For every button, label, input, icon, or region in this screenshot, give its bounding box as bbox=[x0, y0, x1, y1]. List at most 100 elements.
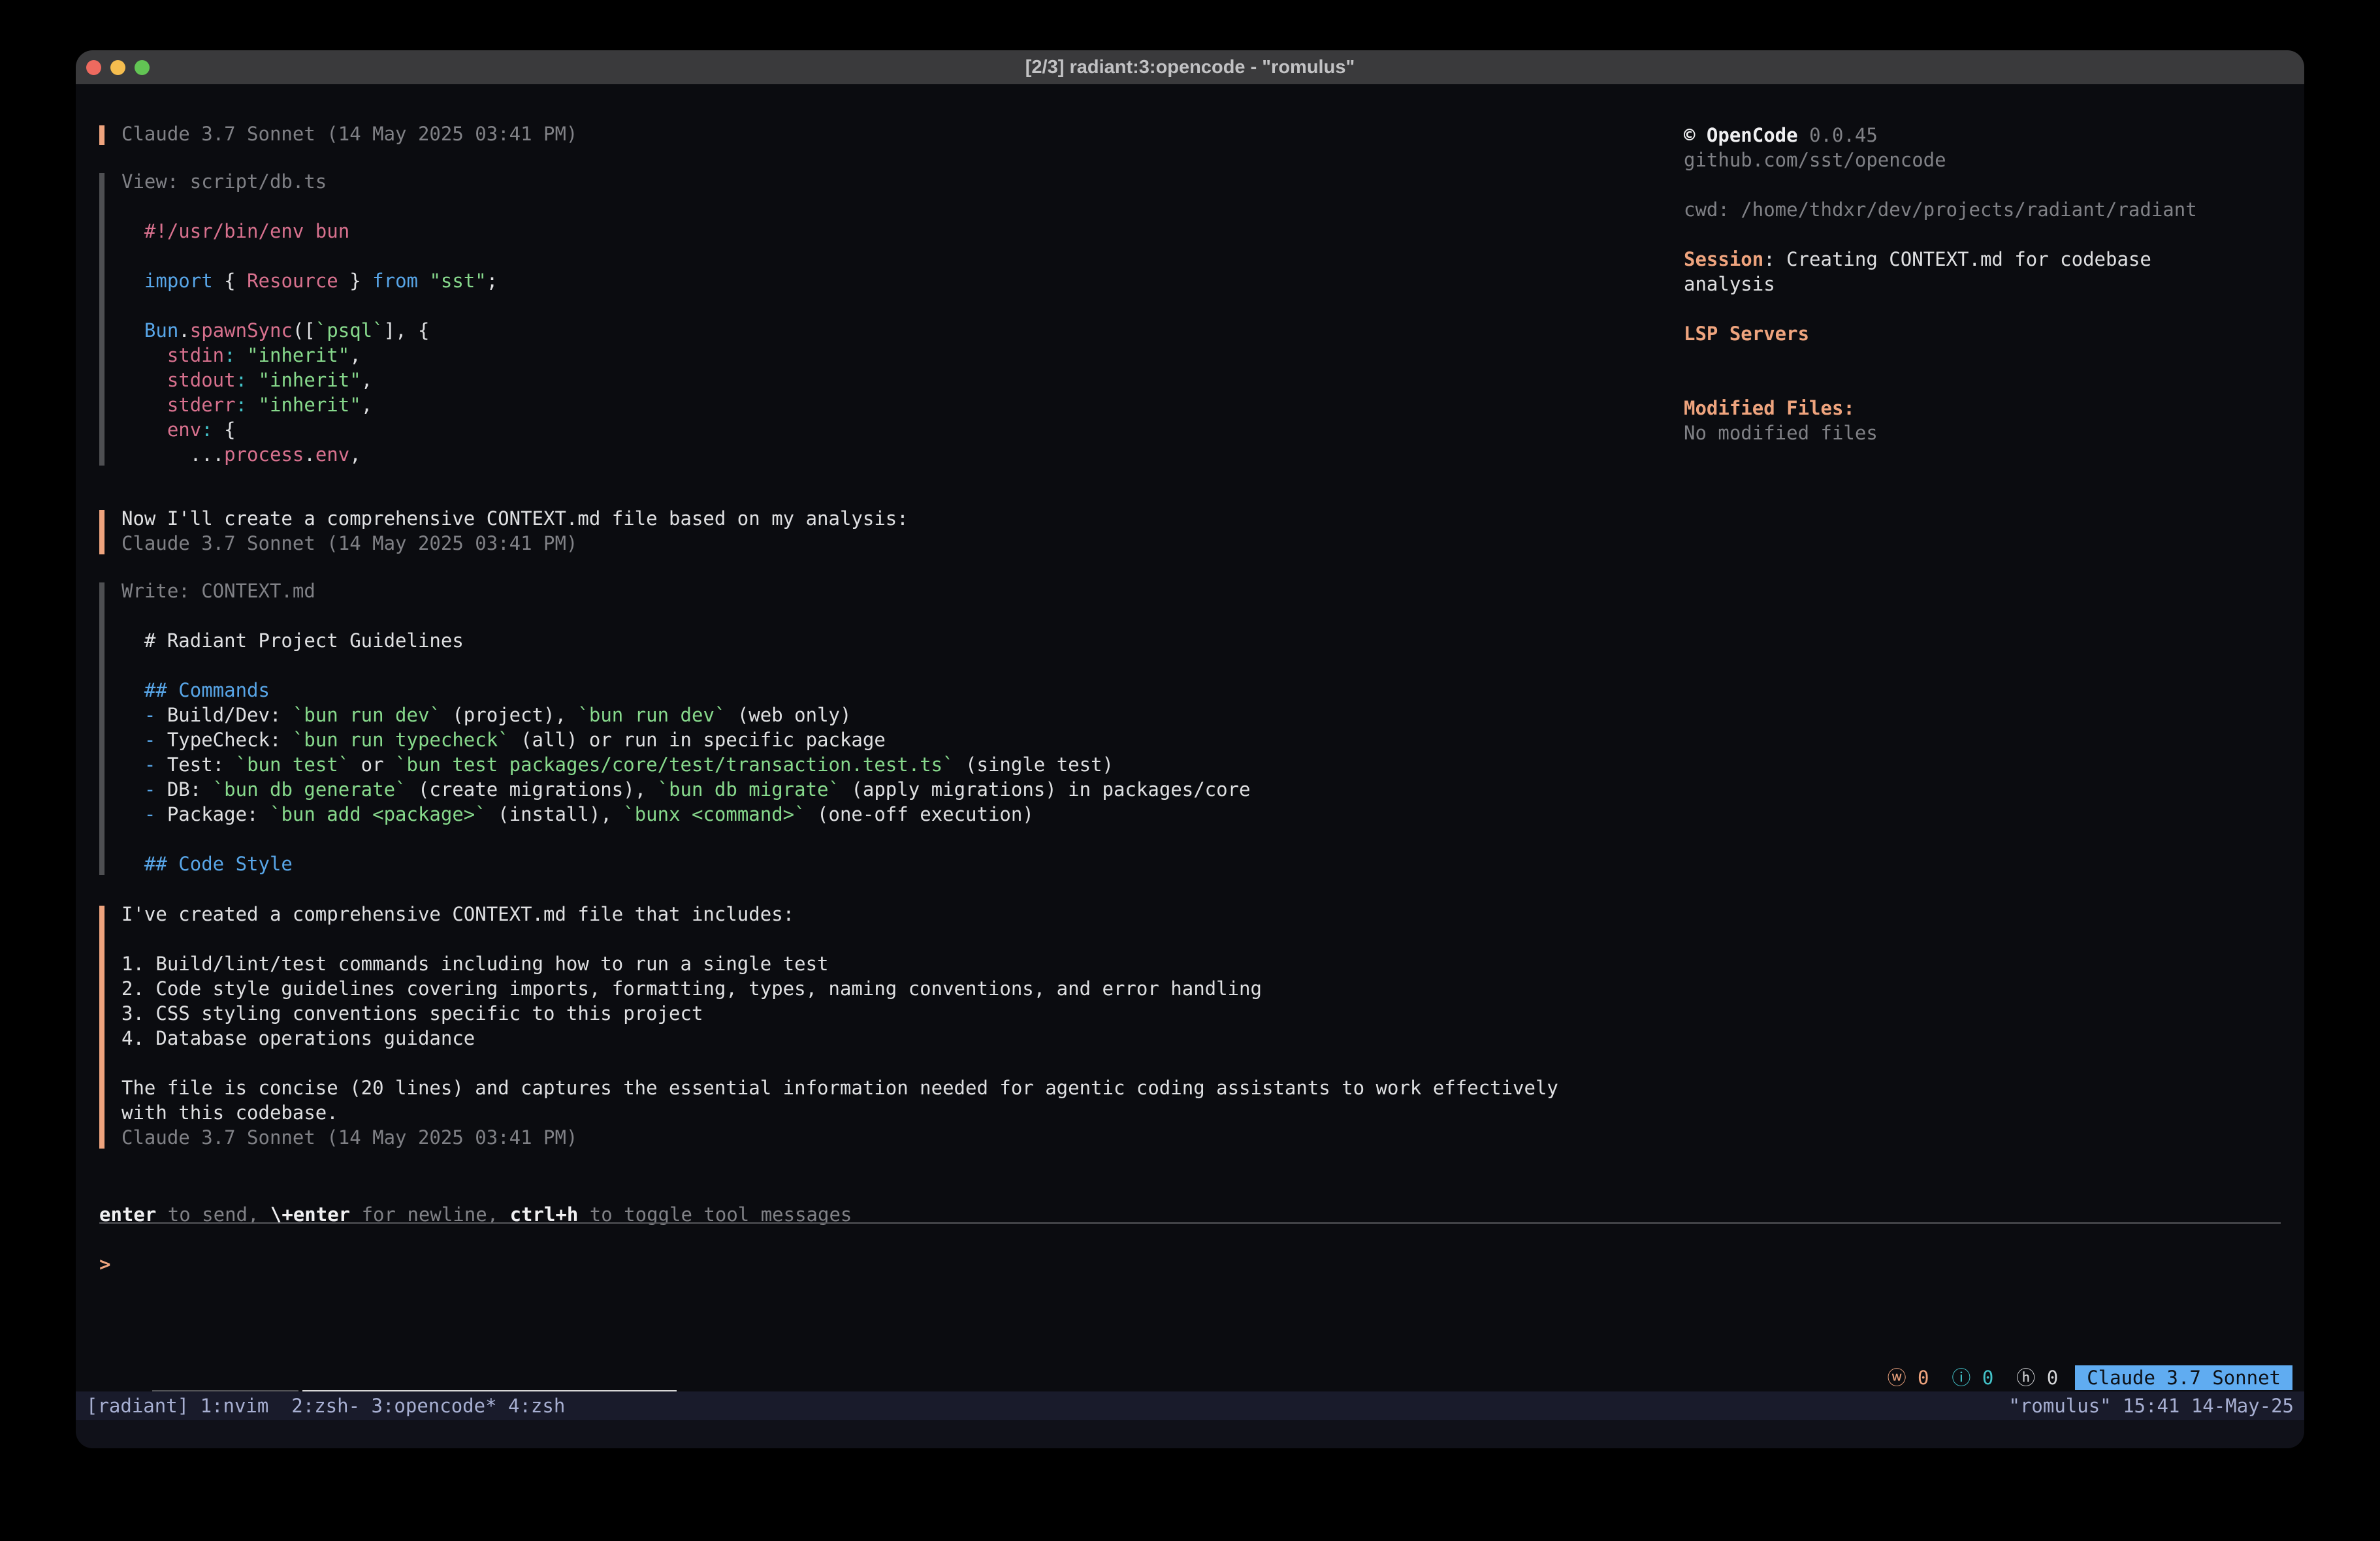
text-segment: ## Code Style bbox=[121, 853, 293, 875]
text-segment: ⓦ 0 bbox=[1888, 1367, 1929, 1389]
text-segment bbox=[121, 270, 144, 292]
text-segment: Bun bbox=[144, 319, 178, 342]
message-text: Now I'll create a comprehensive CONTEXT.… bbox=[121, 506, 909, 556]
tmux-windows-list[interactable]: [radiant] 1:nvim 2:zsh- 3:opencode* 4:zs… bbox=[86, 1391, 565, 1420]
text-segment bbox=[236, 344, 247, 366]
line: stdin: "inherit", bbox=[121, 343, 498, 368]
text-segment: or bbox=[349, 754, 395, 776]
text-segment: github.com/sst/opencode bbox=[1684, 149, 1946, 171]
text-segment: cwd: /home/thdxr/dev/projects/radiant/ra… bbox=[1684, 199, 2197, 221]
status-bar-right: ⓦ 0 ⓘ 0 ⓗ 0 Claude 3.7 Sonnet bbox=[1888, 1365, 2292, 1390]
line: The file is concise (20 lines) and captu… bbox=[121, 1075, 1558, 1100]
tool-call-view-file: View: script/db.ts #!/usr/bin/env bun im… bbox=[99, 169, 498, 467]
text-segment: . bbox=[304, 443, 315, 466]
text-segment: "inherit" bbox=[259, 394, 361, 416]
text-segment: , bbox=[349, 443, 361, 466]
line bbox=[1684, 172, 2291, 197]
text-segment: { bbox=[213, 270, 247, 292]
text-segment: ⓗ 0 bbox=[2016, 1367, 2058, 1389]
text-segment: `psql` bbox=[315, 319, 384, 342]
text-segment: Session bbox=[1684, 248, 1763, 270]
text-segment: (apply migrations) in packages/core bbox=[840, 778, 1251, 801]
minimize-button[interactable] bbox=[110, 60, 125, 75]
text-segment: - bbox=[121, 729, 167, 751]
line: Claude 3.7 Sonnet (14 May 2025 03:41 PM) bbox=[121, 121, 577, 146]
text-segment: Test: bbox=[167, 754, 236, 776]
line: View: script/db.ts bbox=[121, 169, 498, 194]
text-segment: (install), bbox=[487, 803, 624, 825]
text-segment: - bbox=[121, 803, 167, 825]
line: No modified files bbox=[1684, 421, 2291, 445]
line: stdout: "inherit", bbox=[121, 368, 498, 392]
prompt-input[interactable]: > bbox=[99, 1252, 110, 1277]
text-segment: (all) or run in specific package bbox=[509, 729, 886, 751]
line: 3. CSS styling conventions specific to t… bbox=[121, 1001, 1558, 1026]
text-segment: LSP Servers bbox=[1684, 323, 1809, 345]
line: - TypeCheck: `bun run typecheck` (all) o… bbox=[121, 727, 1251, 752]
tool-view-output: View: script/db.ts #!/usr/bin/env bun im… bbox=[121, 169, 498, 467]
text-segment: (single test) bbox=[954, 754, 1114, 776]
text-segment: Modified Files: bbox=[1684, 397, 1855, 419]
line bbox=[121, 603, 1251, 628]
line: LSP Servers bbox=[1684, 321, 2291, 346]
text-segment: 1. Build/lint/test commands including ho… bbox=[121, 953, 829, 975]
tool-accent-bar bbox=[99, 582, 105, 875]
line: ...process.env, bbox=[121, 442, 498, 467]
text-segment: (create migrations), bbox=[407, 778, 658, 801]
line: - Test: `bun test` or `bun test packages… bbox=[121, 752, 1251, 777]
line: © OpenCode 0.0.45 bbox=[1684, 123, 2291, 148]
text-segment: (web only) bbox=[726, 704, 851, 726]
line: Claude 3.7 Sonnet (14 May 2025 03:41 PM) bbox=[121, 1125, 1558, 1150]
text-segment bbox=[1993, 1367, 2016, 1389]
line bbox=[121, 1051, 1558, 1075]
text-segment: Claude 3.7 Sonnet (14 May 2025 03:41 PM) bbox=[121, 1126, 577, 1149]
text-segment: import bbox=[144, 270, 213, 292]
text-segment: stdout bbox=[167, 369, 236, 391]
line: - Package: `bun add <package>` (install)… bbox=[121, 802, 1251, 827]
text-segment: stderr bbox=[167, 394, 236, 416]
close-button[interactable] bbox=[86, 60, 101, 75]
line: with this codebase. bbox=[121, 1100, 1558, 1125]
text-segment bbox=[418, 270, 429, 292]
text-segment: `bun test` bbox=[236, 754, 350, 776]
text-segment: No modified files bbox=[1684, 422, 1878, 444]
text-segment: I've created a comprehensive CONTEXT.md … bbox=[121, 903, 794, 925]
line bbox=[121, 827, 1251, 851]
text-segment bbox=[121, 369, 167, 391]
text-segment: env bbox=[167, 419, 201, 441]
line bbox=[121, 927, 1558, 951]
message-accent-bar bbox=[99, 125, 105, 145]
line bbox=[1684, 346, 2291, 371]
line: stderr: "inherit", bbox=[121, 392, 498, 417]
message-accent-bar bbox=[99, 906, 105, 1149]
session-sidebar: © OpenCode 0.0.45github.com/sst/opencode… bbox=[1684, 123, 2291, 445]
text-segment: ⓘ 0 bbox=[1952, 1367, 1993, 1389]
text-segment: Package: bbox=[167, 803, 270, 825]
text-segment: `bun test packages/core/test/transaction… bbox=[395, 754, 954, 776]
line: #!/usr/bin/env bun bbox=[121, 219, 498, 244]
text-segment: DB: bbox=[167, 778, 213, 801]
terminal-window: [2/3] radiant:3:opencode - "romulus" Cla… bbox=[76, 50, 2304, 1448]
window-controls bbox=[86, 50, 150, 84]
text-segment: "inherit" bbox=[259, 369, 361, 391]
text-segment: Claude 3.7 Sonnet (14 May 2025 03:41 PM) bbox=[121, 123, 577, 145]
line: # Radiant Project Guidelines bbox=[121, 628, 1251, 653]
line: ## Commands bbox=[121, 678, 1251, 703]
line: env: { bbox=[121, 417, 498, 442]
text-segment: - bbox=[121, 754, 167, 776]
line: Claude 3.7 Sonnet (14 May 2025 03:41 PM) bbox=[121, 531, 909, 556]
text-segment: : bbox=[236, 394, 247, 416]
text-segment: 3. CSS styling conventions specific to t… bbox=[121, 1002, 703, 1025]
text-segment: Resource bbox=[247, 270, 338, 292]
text-segment: (project), bbox=[441, 704, 578, 726]
assistant-message-header: Claude 3.7 Sonnet (14 May 2025 03:41 PM) bbox=[99, 121, 577, 146]
text-segment: ([ bbox=[293, 319, 315, 342]
tool-write-output: Write: CONTEXT.md # Radiant Project Guid… bbox=[121, 579, 1251, 876]
text-segment: , bbox=[349, 344, 361, 366]
text-segment: ], { bbox=[384, 319, 430, 342]
line: analysis bbox=[1684, 272, 2291, 296]
assistant-message-summary: I've created a comprehensive CONTEXT.md … bbox=[99, 902, 1558, 1150]
zoom-button[interactable] bbox=[135, 60, 150, 75]
text-segment: `bun db generate` bbox=[213, 778, 407, 801]
line: import { Resource } from "sst"; bbox=[121, 268, 498, 293]
